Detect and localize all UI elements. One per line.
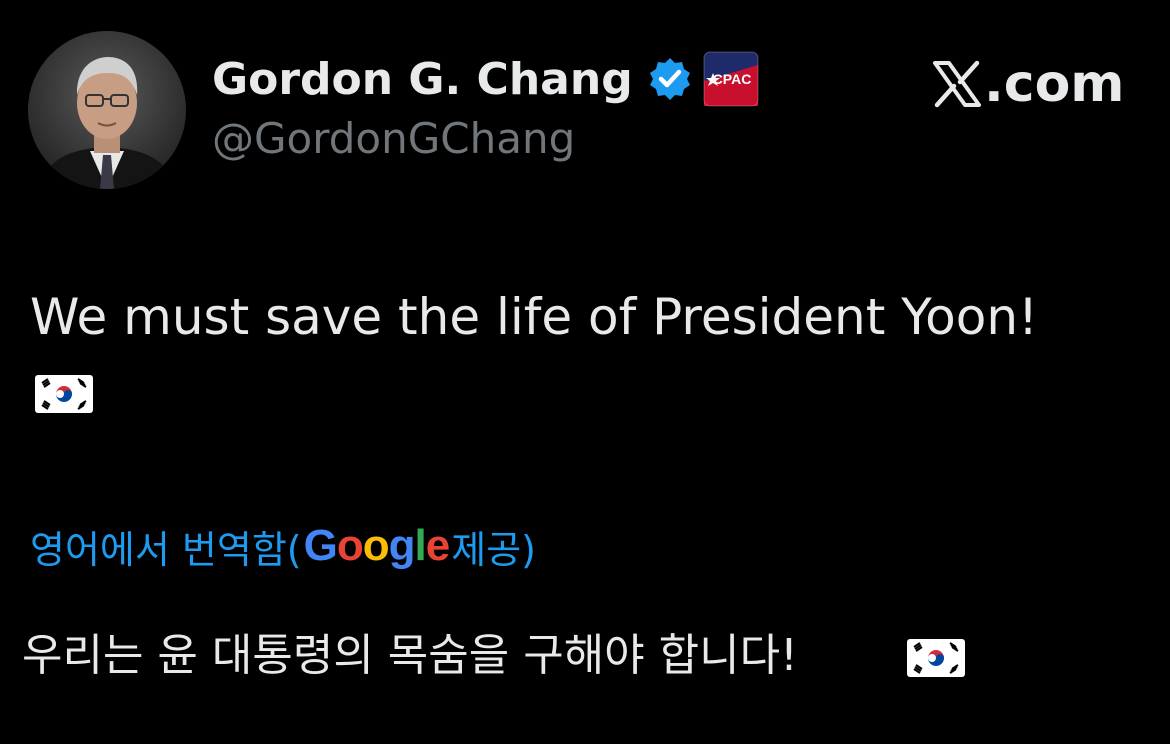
display-name[interactable]: Gordon G. Chang bbox=[212, 54, 633, 105]
south-korea-flag-icon bbox=[35, 375, 93, 413]
site-label: .com bbox=[932, 46, 1125, 122]
google-logo: Google bbox=[303, 521, 451, 571]
cpac-affiliate-badge[interactable]: CPAC bbox=[703, 51, 759, 107]
x-logo-icon bbox=[932, 59, 982, 109]
handle[interactable]: @GordonGChang bbox=[212, 114, 575, 163]
verified-badge-icon bbox=[647, 56, 693, 102]
translation-prefix: 영어에서 번역함( bbox=[30, 527, 302, 572]
google-letter-1: G bbox=[303, 521, 338, 570]
google-letter-2: o bbox=[336, 521, 364, 570]
tweet-text: We must save the life of President Yoon! bbox=[30, 288, 1039, 346]
south-korea-flag-icon-2 bbox=[907, 639, 965, 677]
display-name-row: Gordon G. Chang CPAC bbox=[212, 46, 759, 112]
translated-by-google-link[interactable]: 영어에서 번역함( Google 제공) bbox=[30, 514, 536, 578]
translation-suffix: 제공) bbox=[451, 527, 536, 572]
google-letter-4: g bbox=[388, 521, 416, 570]
google-letter-3: o bbox=[362, 521, 390, 570]
avatar[interactable] bbox=[28, 31, 186, 189]
translated-text: 우리는 윤 대통령의 목숨을 구해야 합니다! bbox=[22, 630, 798, 681]
google-letter-5: l bbox=[414, 521, 427, 570]
avatar-photo bbox=[28, 31, 186, 189]
google-letter-6: e bbox=[425, 521, 451, 570]
site-suffix: .com bbox=[984, 54, 1125, 114]
